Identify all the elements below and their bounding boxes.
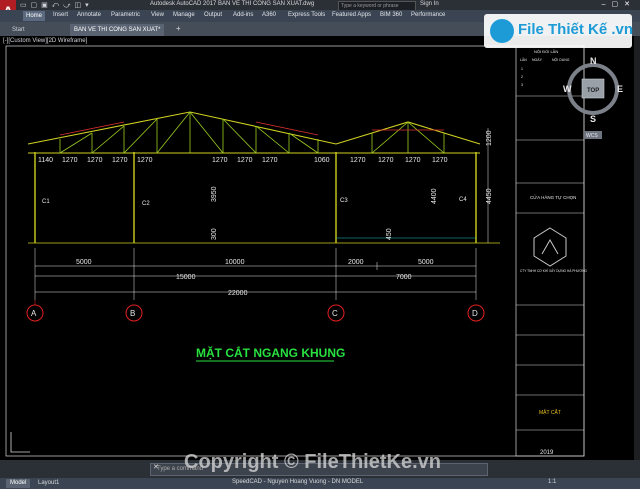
command-close-icon[interactable]: ✕ bbox=[153, 463, 159, 471]
panel-dim: 1140 bbox=[38, 157, 53, 164]
doc-tab-start[interactable]: Start bbox=[8, 24, 29, 36]
ribbon-tab-insert[interactable]: Insert bbox=[53, 12, 68, 18]
height-dim: 3950 bbox=[211, 186, 218, 202]
drawing-canvas: 1140 1270 1270 1270 1270 1270 1270 1270 … bbox=[5, 45, 587, 457]
drawing-border bbox=[5, 45, 585, 457]
watermark-logo: File Thiết Kế .vn bbox=[484, 14, 634, 48]
panel-dim: 1270 bbox=[378, 157, 394, 164]
quick-access-toolbar[interactable]: ▭ ▢ ▣ ⤺ ⤻ ◫ ▾ bbox=[20, 1, 90, 10]
layout-tab-model[interactable]: Model bbox=[6, 479, 31, 488]
project-name: CỬA HÀNG TỰ CHỌN bbox=[530, 194, 576, 200]
compass-n-label[interactable]: N bbox=[590, 56, 597, 66]
viewcube-top-label[interactable]: TOP bbox=[587, 88, 599, 94]
column-label: C3 bbox=[340, 198, 348, 204]
panel-dim: 1270 bbox=[237, 157, 253, 164]
revision-row: 1 bbox=[521, 67, 523, 71]
span-dimensions: 5000 10000 2000 5000 15000 7000 22000 bbox=[76, 259, 434, 297]
span-dim: 5000 bbox=[418, 259, 434, 266]
axis-label: C bbox=[332, 309, 338, 318]
revision-row: 2 bbox=[521, 75, 523, 79]
section-heading: MẶT CẮT NGANG KHUNG bbox=[196, 345, 345, 360]
window-title: Autodesk AutoCAD 2017 BAN VE THI CONG SA… bbox=[150, 1, 315, 7]
ribbon-tab-manage[interactable]: Manage bbox=[173, 12, 195, 18]
title-bar: A ▭ ▢ ▣ ⤺ ⤻ ◫ ▾ Autodesk AutoCAD 2017 BA… bbox=[0, 0, 640, 22]
height-dim: 4450 bbox=[486, 188, 493, 204]
span-dim: 2000 bbox=[348, 259, 364, 266]
ribbon-tab-parametric[interactable]: Parametric bbox=[111, 12, 140, 18]
column-label: C4 bbox=[459, 197, 467, 203]
axis-label: D bbox=[472, 309, 478, 318]
axis-bubbles: A B C D bbox=[26, 300, 485, 322]
height-dim: 4400 bbox=[431, 188, 438, 204]
revision-col: LẦN bbox=[520, 58, 527, 62]
new-tab-plus-icon[interactable]: + bbox=[176, 24, 181, 33]
vertical-scrollbar[interactable] bbox=[634, 36, 640, 460]
ribbon-tab-view[interactable]: View bbox=[151, 12, 164, 18]
column-label: C1 bbox=[42, 199, 50, 205]
panel-dim: 1270 bbox=[137, 157, 153, 164]
span-dim: 7000 bbox=[396, 274, 412, 281]
revision-row: 3 bbox=[521, 83, 523, 87]
small-dim: 300 bbox=[211, 228, 218, 240]
panel-dim: 1270 bbox=[212, 157, 228, 164]
column-label: C2 bbox=[142, 201, 150, 207]
panel-dimensions: 1140 1270 1270 1270 1270 1270 1270 1270 … bbox=[38, 157, 448, 164]
compass-e-label[interactable]: E bbox=[617, 84, 623, 94]
truss-web-members bbox=[59, 111, 445, 154]
span-dim: 10000 bbox=[225, 259, 245, 266]
ucs-icon bbox=[10, 432, 30, 453]
status-info: SpeedCAD - Nguyen Hoang Vuong - DN MODEL bbox=[232, 479, 364, 485]
frame-truss bbox=[27, 111, 481, 154]
ribbon-tab-a360[interactable]: A360 bbox=[262, 12, 276, 18]
panel-dim: 1060 bbox=[314, 157, 330, 164]
company-logo-icon bbox=[533, 227, 567, 267]
span-dim: 5000 bbox=[76, 259, 92, 266]
compass-w-label[interactable]: W bbox=[563, 84, 572, 94]
layout-tab-layout1[interactable]: Layout1 bbox=[34, 479, 63, 488]
ribbon-tab-addins[interactable]: Add-ins bbox=[233, 12, 253, 18]
height-dimensions: 3950 4400 4450 1200 300 450 bbox=[211, 130, 493, 240]
sign-in-button[interactable]: Sign In bbox=[420, 1, 439, 7]
truss-top-chord-main bbox=[27, 111, 337, 145]
axis-label: A bbox=[31, 309, 37, 318]
window-controls[interactable]: –▢✕ bbox=[602, 0, 636, 8]
panel-dim: 1270 bbox=[350, 157, 366, 164]
sheet-title: MẶT CẮT bbox=[539, 408, 561, 416]
status-bar: Model Layout1 SpeedCAD - Nguyen Hoang Vu… bbox=[0, 478, 640, 489]
ribbon-tab-performance[interactable]: Performance bbox=[411, 12, 445, 18]
span-dim: 15000 bbox=[176, 274, 196, 281]
annotation-scale[interactable]: 1:1 bbox=[548, 479, 556, 485]
watermark-top-text: File Thiết Kế .vn bbox=[518, 21, 634, 38]
company-logo-mark bbox=[541, 238, 559, 255]
panel-dim: 1270 bbox=[432, 157, 448, 164]
panel-dim: 1270 bbox=[405, 157, 421, 164]
doc-tab-drawing[interactable]: BAN VE THI CONG SAN XUAT* bbox=[70, 24, 165, 36]
wcs-label[interactable]: WCS bbox=[586, 133, 598, 139]
sheet-year: 2019 bbox=[540, 450, 554, 456]
height-dim: 1200 bbox=[486, 130, 493, 146]
company-name: CTY TNHH CƠ KHÍ XÂY DỰNG HÀ PHƯƠNG bbox=[520, 269, 587, 273]
ribbon-tab-output[interactable]: Output bbox=[204, 12, 222, 18]
ribbon-tab-express-tools[interactable]: Express Tools bbox=[288, 12, 325, 18]
viewcube[interactable]: TOP N S W E WCS bbox=[560, 55, 630, 145]
revision-header: NỘI ĐỔI LẦN bbox=[534, 49, 558, 54]
column-labels: C1 C2 C3 C4 bbox=[42, 197, 467, 207]
total-dim: 22000 bbox=[228, 290, 248, 297]
frame-columns bbox=[34, 152, 477, 243]
watermark-copyright: Copyright © FileThietKe.vn bbox=[184, 451, 441, 473]
ribbon-tab-annotate[interactable]: Annotate bbox=[77, 12, 101, 18]
revision-col: NGÀY bbox=[532, 58, 543, 62]
panel-dim: 1270 bbox=[262, 157, 278, 164]
ribbon-tab-home[interactable]: Home bbox=[23, 11, 46, 21]
ribbon-tab-bim360[interactable]: BIM 360 bbox=[380, 12, 402, 18]
filethietke-logo-icon bbox=[490, 19, 514, 43]
panel-dim: 1270 bbox=[62, 157, 78, 164]
compass-s-label[interactable]: S bbox=[590, 114, 596, 124]
ribbon-tab-featured-apps[interactable]: Featured Apps bbox=[332, 12, 371, 18]
axis-label: B bbox=[130, 309, 135, 318]
panel-dim: 1270 bbox=[87, 157, 103, 164]
panel-dim: 1270 bbox=[112, 157, 128, 164]
small-dim: 450 bbox=[386, 228, 393, 240]
